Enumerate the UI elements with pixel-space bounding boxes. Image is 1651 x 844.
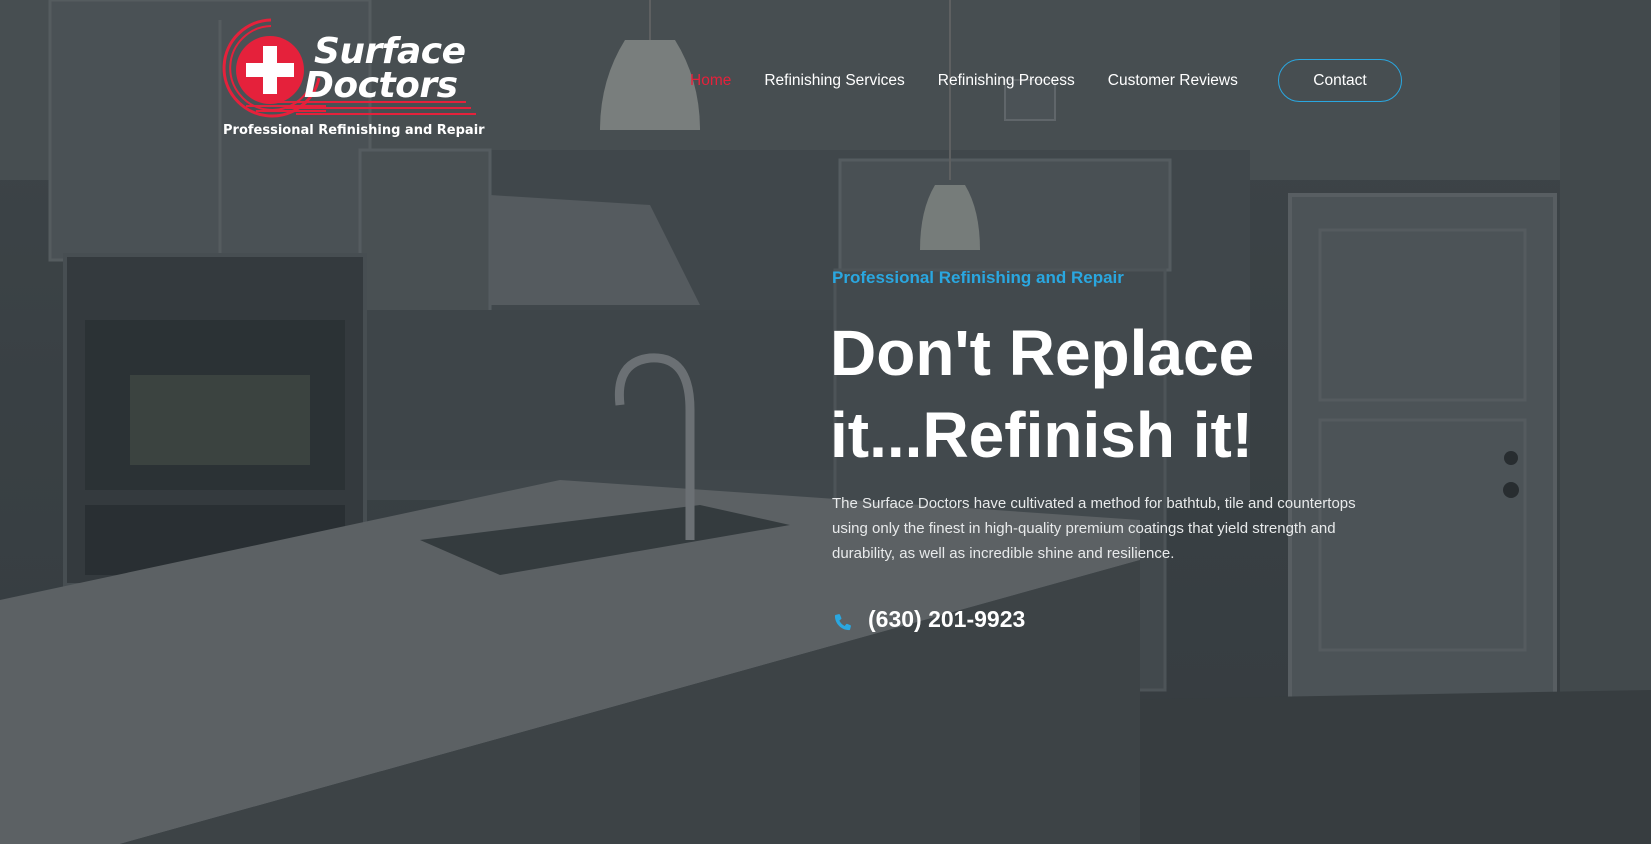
brand-tagline: Professional Refinishing and Repair bbox=[223, 123, 485, 138]
headline-line2: it...Refinish it! bbox=[830, 399, 1254, 471]
contact-button[interactable]: Contact bbox=[1278, 59, 1402, 102]
nav-item-refinishing-services[interactable]: Refinishing Services bbox=[764, 72, 904, 90]
brand-name-line2: Doctors bbox=[304, 65, 458, 106]
hero-section: Surface Doctors Professional Refinishing… bbox=[0, 0, 1651, 844]
hero-headline: Don't Replace it...Refinish it! bbox=[830, 312, 1390, 476]
phone-link[interactable]: (630) 201-9923 bbox=[832, 606, 1025, 633]
phone-icon bbox=[834, 613, 851, 630]
brand-logo[interactable]: Surface Doctors Professional Refinishing… bbox=[216, 18, 485, 143]
nav-item-customer-reviews[interactable]: Customer Reviews bbox=[1108, 72, 1238, 90]
headline-line1: Don't Replace bbox=[830, 317, 1255, 389]
phone-number: (630) 201-9923 bbox=[868, 606, 1026, 632]
nav-item-refinishing-process[interactable]: Refinishing Process bbox=[938, 72, 1075, 90]
hero-description: The Surface Doctors have cultivated a me… bbox=[832, 495, 1356, 562]
nav-item-home[interactable]: Home bbox=[690, 72, 731, 90]
main-nav: Home Refinishing Services Refinishing Pr… bbox=[690, 59, 1271, 103]
hero-eyebrow: Professional Refinishing and Repair bbox=[832, 268, 1124, 287]
